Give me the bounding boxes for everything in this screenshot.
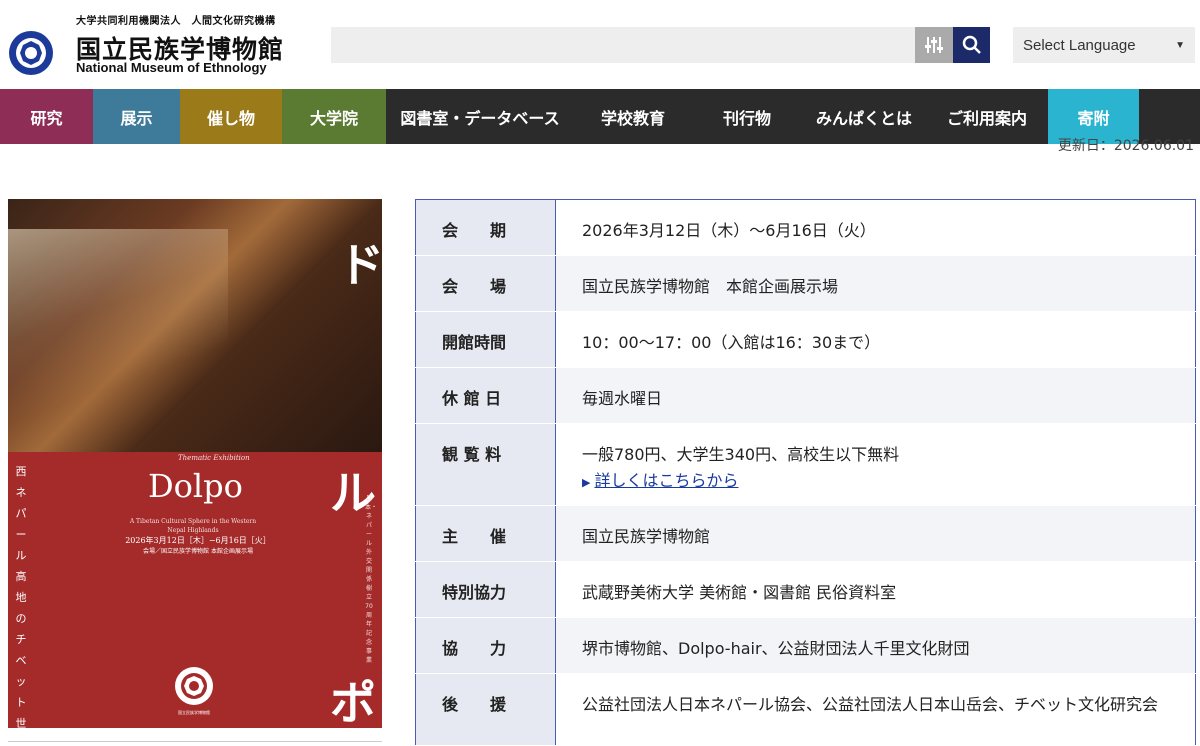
- fee-details-link[interactable]: ▶ 詳しくはこちらから: [582, 468, 1195, 496]
- nav-item-visitor-info[interactable]: ご利用案内: [926, 89, 1048, 144]
- exhibition-poster: ド ル ポ Thematic Exhibition Dolpo A Tibeta…: [8, 199, 382, 728]
- row-label: 会 期: [415, 199, 556, 256]
- nav-item-research[interactable]: 研究: [0, 89, 93, 144]
- row-label: 開館時間: [415, 311, 556, 368]
- row-label: 会 場: [415, 255, 556, 312]
- poster-kicker: Thematic Exhibition: [178, 454, 250, 462]
- nav-item-library-database[interactable]: 図書室・データベース: [386, 89, 574, 144]
- row-label: 後 援: [415, 673, 556, 746]
- filter-button[interactable]: [915, 27, 953, 63]
- museum-logo-icon[interactable]: [8, 30, 54, 76]
- poster-dates: 2026年3月12日［木］−6月16日［火］ 会場／国立民族学博物館 本館企画展…: [125, 536, 271, 555]
- poster-char-bottom: ポ: [330, 676, 376, 728]
- poster-title: Dolpo: [148, 467, 243, 505]
- row-label: 観 覧 料: [415, 423, 556, 506]
- table-row: 後 援 公益社団法人日本ネパール協会、公益社団法人日本山岳会、チベット文化研究会: [415, 673, 1196, 746]
- site-header: 大学共同利用機関法人 人間文化研究機構 国立民族学博物館 National Mu…: [0, 0, 1200, 88]
- chevron-down-icon: ▼: [1175, 39, 1185, 51]
- global-nav: 研究 展示 催し物 大学院 図書室・データベース 学校教育 刊行物 みんぱくとは…: [0, 89, 1200, 144]
- poster-light-beam: [8, 229, 228, 429]
- row-value: 毎週水曜日: [555, 367, 1196, 424]
- table-row: 休 館 日 毎週水曜日: [415, 367, 1196, 424]
- sliders-icon: [925, 37, 943, 53]
- poster-subtitle: A Tibetan Cultural Sphere in the Western…: [129, 518, 257, 534]
- site-title-en[interactable]: National Museum of Ethnology: [76, 60, 267, 75]
- row-value: 10：00～17：00（入館は16：30まで）: [555, 311, 1196, 368]
- row-value: 武蔵野美術大学 美術館・図書館 民俗資料室: [555, 561, 1196, 618]
- poster-logo-caption: 国立民族学博物館: [178, 710, 210, 715]
- poster-vertical-title: 西ネパール高地のチベット世界: [15, 465, 27, 728]
- nav-item-exhibitions[interactable]: 展示: [93, 89, 180, 144]
- row-label: 主 催: [415, 505, 556, 562]
- search-button[interactable]: [953, 27, 990, 63]
- language-select[interactable]: Select Language ▼: [1013, 27, 1195, 63]
- table-row: 会 場 国立民族学博物館 本館企画展示場: [415, 255, 1196, 312]
- table-row: 会 期 2026年3月12日（木）～6月16日（火）: [415, 199, 1196, 256]
- nav-item-school-education[interactable]: 学校教育: [574, 89, 692, 144]
- table-row: 特別協力 武蔵野美術大学 美術館・図書館 民俗資料室: [415, 561, 1196, 618]
- poster-char-top: ド: [338, 238, 382, 292]
- row-value: 一般780円、大学生340円、高校生以下無料 ▶ 詳しくはこちらから: [555, 423, 1196, 506]
- row-value: 国立民族学博物館: [555, 505, 1196, 562]
- magnifier-icon: [962, 35, 981, 54]
- nav-item-events[interactable]: 催し物: [180, 89, 282, 144]
- museum-logo-icon: [175, 667, 213, 705]
- poster-vertical-note: 日本・ネパール外交関係樹立70周年記念事業: [365, 495, 378, 664]
- table-row: 開館時間 10：00～17：00（入館は16：30まで）: [415, 311, 1196, 368]
- row-value: 国立民族学博物館 本館企画展示場: [555, 255, 1196, 312]
- fee-text: 一般780円、大学生340円、高校生以下無料: [582, 445, 900, 464]
- update-date: 更新日：2026.06.01: [1057, 138, 1194, 154]
- table-row: 協 力 堺市博物館、Dolpo-hair、公益財団法人千里文化財団: [415, 617, 1196, 674]
- language-select-value: Select Language: [1023, 36, 1136, 54]
- row-value: 2026年3月12日（木）～6月16日（火）: [555, 199, 1196, 256]
- org-parent-name: 大学共同利用機関法人 人間文化研究機構: [76, 16, 276, 27]
- nav-item-publications[interactable]: 刊行物: [692, 89, 802, 144]
- nav-item-graduate-school[interactable]: 大学院: [282, 89, 386, 144]
- nav-item-about[interactable]: みんぱくとは: [802, 89, 926, 144]
- table-row: 観 覧 料 一般780円、大学生340円、高校生以下無料 ▶ 詳しくはこちらから: [415, 423, 1196, 506]
- search-input[interactable]: [331, 27, 915, 63]
- row-label: 協 力: [415, 617, 556, 674]
- triangle-right-icon: ▶: [582, 476, 591, 489]
- fee-details-link-label[interactable]: 詳しくはこちらから: [594, 471, 738, 490]
- poster-divider: [8, 741, 382, 742]
- row-label: 休 館 日: [415, 367, 556, 424]
- row-label: 特別協力: [415, 561, 556, 618]
- row-value: 公益社団法人日本ネパール協会、公益社団法人日本山岳会、チベット文化研究会: [555, 673, 1196, 746]
- exhibition-info-table: 会 期 2026年3月12日（木）～6月16日（火） 会 場 国立民族学博物館 …: [415, 199, 1196, 746]
- table-row: 主 催 国立民族学博物館: [415, 505, 1196, 562]
- row-value: 堺市博物館、Dolpo-hair、公益財団法人千里文化財団: [555, 617, 1196, 674]
